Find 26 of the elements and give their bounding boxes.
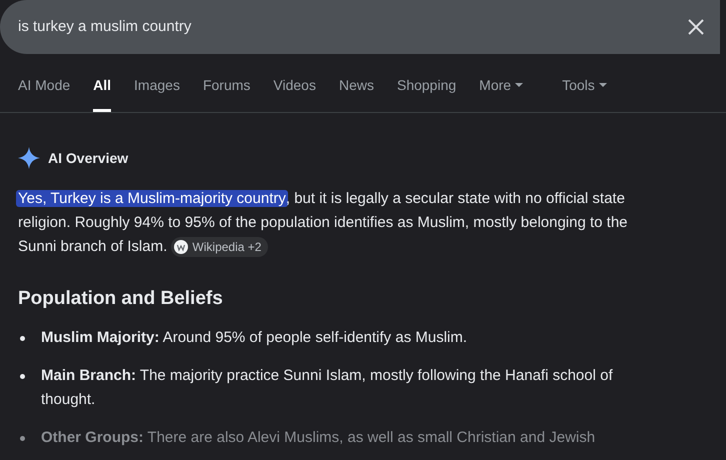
nav-tab[interactable]: Forums <box>202 75 250 112</box>
bullet-icon <box>20 336 25 340</box>
nav-tab[interactable]: Images <box>134 75 180 112</box>
caret-icon <box>598 83 607 88</box>
bullet-icon <box>20 436 25 440</box>
close-icon[interactable] <box>688 19 704 35</box>
bullet-text: Muslim Majority: Around 95% of people self-identify as Muslim. <box>41 328 468 348</box>
overview-title: AI Overview <box>48 148 128 168</box>
nav-tab[interactable]: Videos <box>273 75 316 112</box>
nav-tab[interactable]: AI Mode <box>18 75 70 112</box>
nav-tab[interactable]: All <box>93 75 112 112</box>
bullet-text: Other Groups: There are also Alevi Muslims, as well as small Christian and Jewish <box>41 428 596 448</box>
nav-tab[interactable]: News <box>338 75 374 112</box>
sparkle-icon <box>18 147 40 169</box>
nav-tab[interactable]: Tools <box>562 75 607 112</box>
bullet-text: Main Branch: The majority practice Sunni Islam, mostly following the Hanafi school of thought. <box>41 366 614 410</box>
nav-tab[interactable]: Shopping <box>396 75 456 112</box>
section-heading: Population and Beliefs <box>18 287 224 311</box>
caret-icon <box>515 83 524 88</box>
nav-tab[interactable]: More <box>479 75 524 112</box>
summary-paragraph: Yes, Turkey is a Muslim-majority country, but it is legally a secular state with no official state religion. Roughly 94% to 95% of the population identifies as Muslim, mostly belonging to the Sunni branch of Islam. Wikipedia +2 <box>18 187 668 259</box>
search-field[interactable]: is turkey a muslim country <box>18 16 680 38</box>
source-icon <box>174 240 188 254</box>
source-chip[interactable]: Wikipedia +2 <box>171 237 268 258</box>
search-bar[interactable]: is turkey a muslim country <box>0 0 720 54</box>
bullet-icon <box>20 374 25 378</box>
